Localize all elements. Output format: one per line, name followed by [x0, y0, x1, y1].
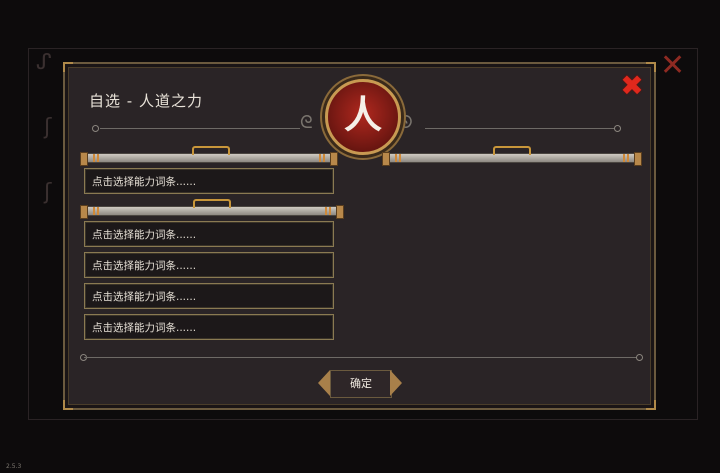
background-pinwheel-icon: ✕ — [660, 48, 686, 83]
scroll-stripe — [319, 154, 321, 162]
divider-dot — [92, 125, 99, 132]
scroll-stripe — [97, 207, 99, 215]
background-swirl-decoration: ᔑ — [36, 50, 52, 75]
dialog-corner — [646, 400, 656, 410]
scroll-clip — [192, 146, 230, 155]
confirm-button[interactable]: 确定 — [330, 370, 392, 398]
scroll-cap — [634, 152, 642, 166]
dialog-corner — [646, 62, 656, 72]
ability-slot[interactable]: 点击选择能力词条...... — [84, 283, 334, 309]
scroll-cap — [330, 152, 338, 166]
scroll-bar-top-left — [80, 146, 338, 166]
scroll-stripe — [395, 154, 397, 162]
background-swirl-decoration: ʃ — [44, 115, 52, 140]
close-icon[interactable]: ✖ — [620, 72, 644, 100]
ability-slot[interactable]: 点击选择能力词条...... — [84, 221, 334, 247]
ability-slot[interactable]: 点击选择能力词条...... — [84, 252, 334, 278]
scroll-stripe — [399, 154, 401, 162]
divider-dot — [636, 354, 643, 361]
scroll-stripe — [623, 154, 625, 162]
scroll-bar-middle — [80, 199, 344, 219]
background-swirl-decoration: ʃ — [44, 180, 52, 205]
scroll-clip — [193, 199, 231, 208]
emblem-swirl-right: ᘐ — [400, 112, 413, 133]
scroll-stripe — [323, 154, 325, 162]
scroll-cap — [336, 205, 344, 219]
header-divider-left — [100, 128, 300, 129]
header-divider-right — [425, 128, 615, 129]
divider-dot — [614, 125, 621, 132]
scroll-stripe — [93, 207, 95, 215]
scroll-stripe — [325, 207, 327, 215]
scroll-cap — [80, 205, 88, 219]
confirm-arrow-left-icon — [318, 370, 330, 396]
scroll-cap — [80, 152, 88, 166]
scroll-stripe — [93, 154, 95, 162]
scroll-bar-top-right — [382, 146, 642, 166]
bottom-divider — [84, 357, 640, 358]
dialog-corner — [63, 400, 73, 410]
confirm-arrow-right-icon — [390, 370, 402, 396]
version-label: 2.5.3 — [6, 463, 22, 470]
scroll-clip — [493, 146, 531, 155]
emblem-swirl-left: ᘓ — [300, 112, 313, 133]
scroll-stripe — [627, 154, 629, 162]
emblem-character: 人 — [343, 93, 382, 137]
scroll-stripe — [329, 207, 331, 215]
scroll-stripe — [97, 154, 99, 162]
human-path-emblem: 人 — [325, 79, 401, 155]
scroll-cap — [382, 152, 390, 166]
dialog-corner — [63, 62, 73, 72]
dialog-title: 自选 - 人道之力 — [89, 92, 203, 110]
ability-slot[interactable]: 点击选择能力词条...... — [84, 314, 334, 340]
ability-slot[interactable]: 点击选择能力词条...... — [84, 168, 334, 194]
